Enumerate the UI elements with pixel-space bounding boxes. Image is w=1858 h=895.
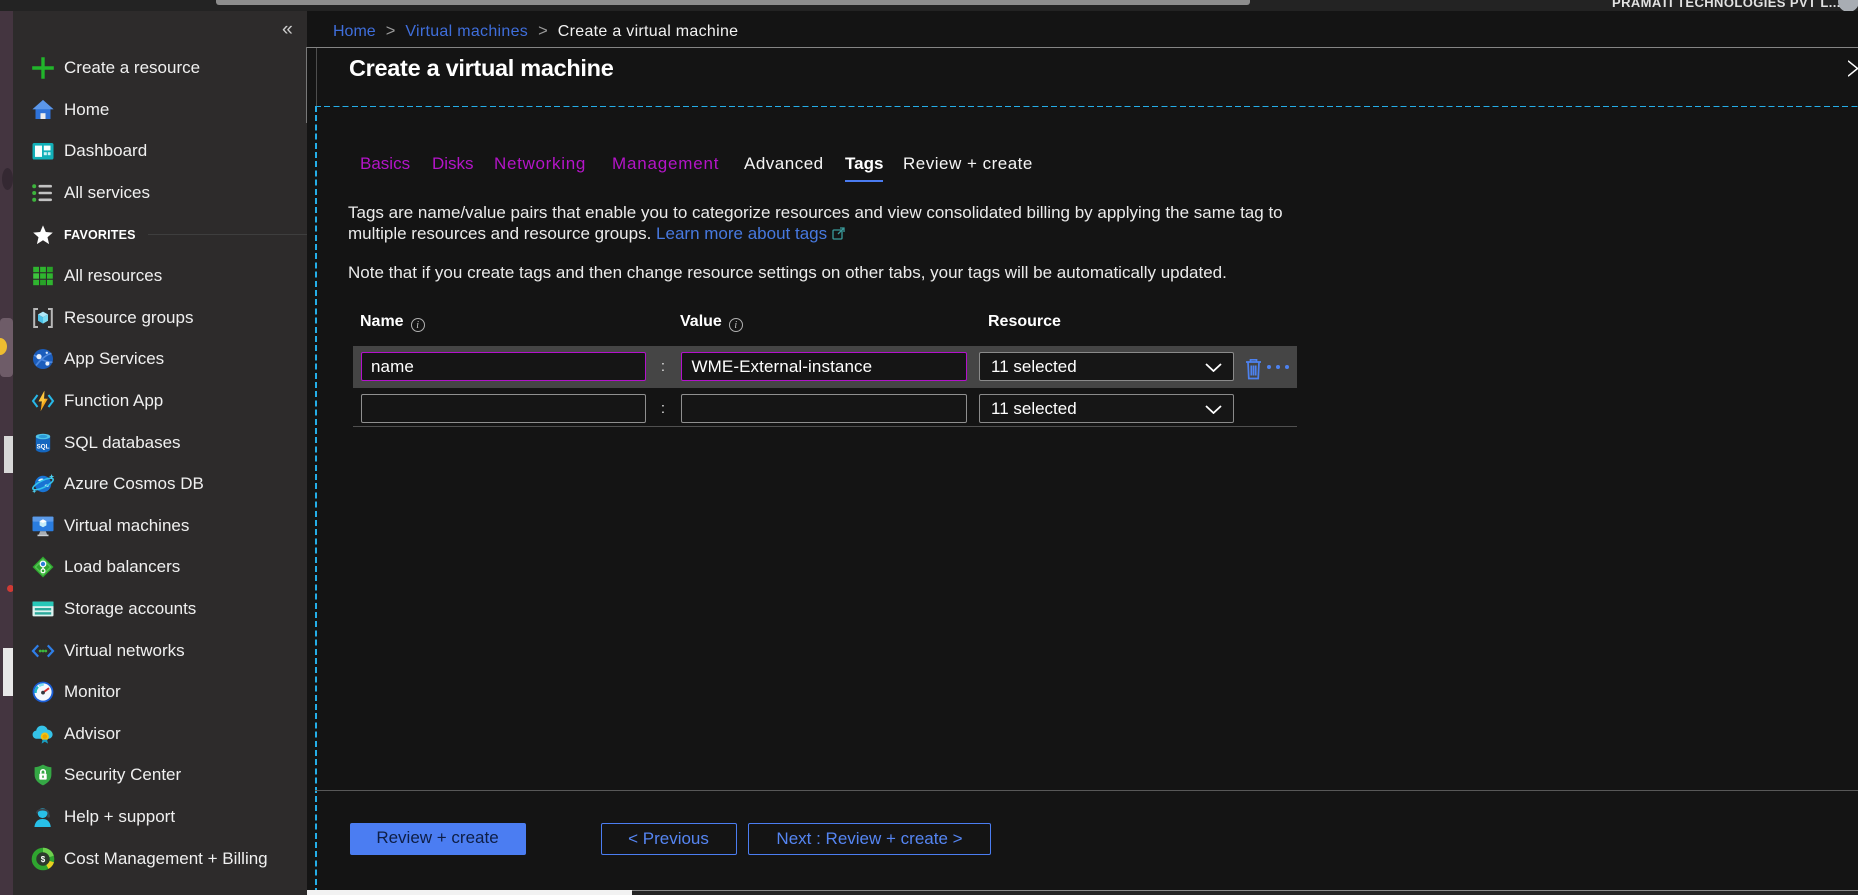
svg-text:$: $ — [41, 854, 46, 863]
svg-text:SQL: SQL — [37, 443, 50, 450]
